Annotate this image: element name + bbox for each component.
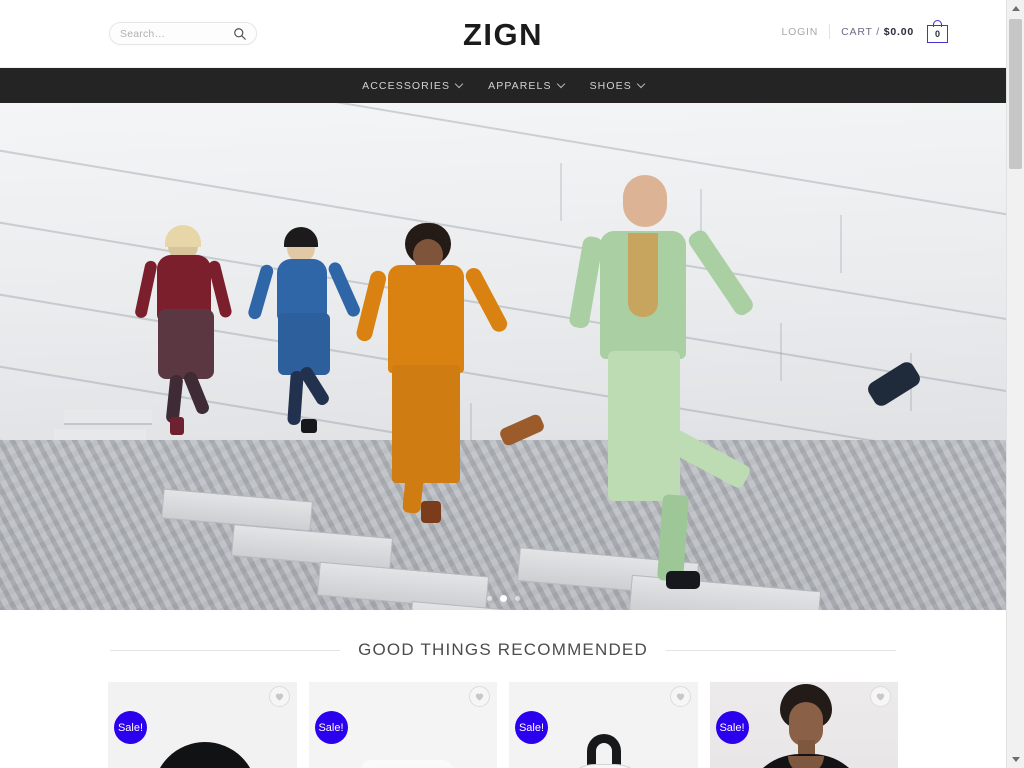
- login-link[interactable]: LOGIN: [781, 26, 818, 38]
- shopping-bag-icon[interactable]: 0: [927, 20, 948, 43]
- carousel-dot-2[interactable]: [499, 595, 507, 602]
- browser-viewport: ZIGN LOGIN CART / $0.00 0 ACCESSORIES AP…: [0, 0, 1024, 768]
- carousel-dot-1[interactable]: [485, 595, 493, 602]
- page-scrollbar[interactable]: [1006, 0, 1024, 768]
- heart-icon: [876, 693, 885, 701]
- carousel-dots: [0, 595, 1006, 602]
- recommended-section: GOOD THINGS RECOMMENDED Sale! Sale! Sale…: [0, 610, 1006, 768]
- sale-badge: Sale!: [314, 711, 348, 744]
- sale-badge: Sale!: [515, 711, 548, 744]
- sale-badge: Sale!: [715, 711, 749, 744]
- chevron-down-icon: [636, 79, 646, 89]
- heading-rule-right: [665, 649, 897, 651]
- triangle-up-icon: [1011, 6, 1020, 11]
- heart-icon: [475, 693, 484, 701]
- product-card[interactable]: Sale!: [108, 682, 297, 768]
- page-content: ZIGN LOGIN CART / $0.00 0 ACCESSORIES AP…: [0, 0, 1006, 768]
- sale-badge: Sale!: [114, 711, 147, 744]
- cart-total: $0.00: [883, 25, 914, 38]
- hero-carousel[interactable]: [0, 103, 1006, 610]
- nav-item-label: SHOES: [589, 79, 632, 92]
- hero-image: [0, 103, 1006, 610]
- product-card[interactable]: Sale!: [509, 682, 698, 768]
- product-grid: Sale! Sale! Sale! Sale!: [0, 660, 1006, 768]
- header-actions: LOGIN CART / $0.00: [781, 24, 914, 39]
- scroll-up-arrow[interactable]: [1007, 0, 1024, 17]
- wishlist-button[interactable]: [669, 686, 691, 707]
- chevron-down-icon: [556, 79, 565, 89]
- wishlist-button[interactable]: [469, 686, 490, 707]
- heading-rule-left: [110, 649, 341, 651]
- nav-item-accessories[interactable]: ACCESSORIES: [362, 79, 464, 92]
- cart-link[interactable]: CART / $0.00: [841, 26, 914, 38]
- cobblestone-ground: [0, 440, 1006, 610]
- section-heading-row: GOOD THINGS RECOMMENDED: [0, 640, 1006, 660]
- heart-icon: [275, 693, 283, 701]
- header-divider: [829, 24, 831, 39]
- main-navigation: ACCESSORIES APPARELS SHOES: [0, 68, 1006, 103]
- chevron-down-icon: [454, 79, 464, 89]
- scrollbar-thumb[interactable]: [1009, 19, 1022, 169]
- nav-item-apparels[interactable]: APPARELS: [488, 79, 565, 92]
- carousel-dot-3[interactable]: [513, 595, 521, 602]
- product-card[interactable]: Sale!: [308, 682, 497, 768]
- cart-label: CART /: [841, 25, 884, 38]
- scroll-down-arrow[interactable]: [1007, 751, 1024, 768]
- nav-item-label: ACCESSORIES: [362, 79, 451, 92]
- nav-item-shoes[interactable]: SHOES: [589, 79, 646, 92]
- heart-icon: [676, 693, 684, 701]
- site-header: ZIGN LOGIN CART / $0.00 0: [0, 0, 1006, 68]
- wishlist-button[interactable]: [870, 686, 891, 707]
- cart-count-badge: 0: [934, 29, 940, 39]
- product-card[interactable]: Sale!: [709, 682, 898, 768]
- section-title: GOOD THINGS RECOMMENDED: [358, 640, 648, 659]
- triangle-down-icon: [1011, 757, 1020, 762]
- wishlist-button[interactable]: [268, 686, 290, 707]
- nav-item-label: APPARELS: [488, 79, 552, 92]
